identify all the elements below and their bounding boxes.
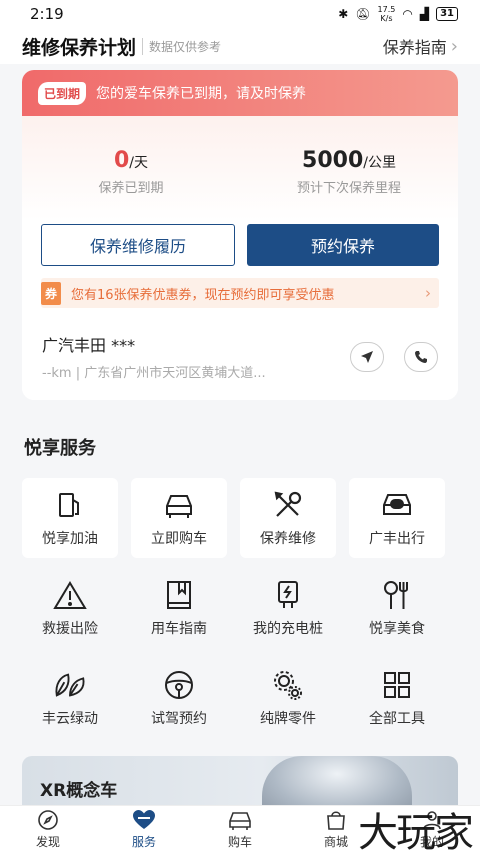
service-label: 广丰出行 <box>369 531 425 547</box>
service-buy-car[interactable]: 立即购车 <box>131 478 227 558</box>
service-rescue[interactable]: 救援出险 <box>22 568 118 648</box>
heart-icon <box>133 810 155 829</box>
dealer-info[interactable]: 广汽丰田 *** --km | 广东省广州市天河区黄埔大道... <box>42 332 330 381</box>
dealer-address: --km | 广东省广州市天河区黄埔大道... <box>42 366 266 381</box>
maintenance-guide-link[interactable]: 保养指南 › <box>383 34 458 58</box>
battery-icon: 31 <box>436 7 458 21</box>
service-label: 丰云绿动 <box>42 711 98 727</box>
mileage-unit: /公里 <box>363 155 396 171</box>
service-all-tools[interactable]: 全部工具 <box>349 658 445 738</box>
service-label: 全部工具 <box>369 711 425 727</box>
service-charger[interactable]: 我的充电桩 <box>240 568 336 648</box>
call-button[interactable] <box>404 341 438 372</box>
phone-icon <box>415 350 427 363</box>
tab-buy-car[interactable]: 购车 <box>192 806 288 853</box>
tab-label: 服务 <box>131 835 156 849</box>
shop-icon <box>327 811 345 830</box>
service-label: 悦享美食 <box>369 621 425 637</box>
alert-message: 您的爱车保养已到期，请及时保养 <box>96 86 307 102</box>
leaf-icon <box>53 668 87 702</box>
charger-icon <box>271 578 305 612</box>
mute-icon: 🔕︎ <box>355 7 371 21</box>
service-label: 纯牌零件 <box>260 711 316 727</box>
status-bar: 2:19 ✱ 🔕︎ 17.5 K/s ◠ ▟ 31 <box>0 0 480 28</box>
steering-wheel-icon <box>162 668 196 702</box>
wifi-icon: ◠ <box>402 7 413 21</box>
page-title: 维修保养计划 <box>22 36 137 59</box>
coupon-tag: 券 <box>41 281 62 305</box>
tools-icon <box>271 488 305 522</box>
coupon-banner[interactable]: 券 您有16张保养优惠券，现在预约即可享受优惠 › <box>41 278 439 308</box>
warning-icon <box>53 578 87 612</box>
car-front-icon <box>162 488 196 522</box>
watermark-logo: 大玩家 <box>358 810 474 853</box>
service-green[interactable]: 丰云绿动 <box>22 658 118 738</box>
book-maintenance-button[interactable]: 预约保养 <box>247 224 439 266</box>
expired-badge: 已到期 <box>38 81 87 105</box>
navigation-arrow-icon <box>361 350 373 363</box>
fuel-pump-icon <box>53 488 87 522</box>
tab-label: 购车 <box>227 835 252 849</box>
service-label: 我的充电桩 <box>253 621 323 637</box>
mileage-stat: 5000/公里 预计下次保养里程 <box>240 116 458 220</box>
service-label: 悦享加油 <box>42 531 98 547</box>
maintenance-history-button[interactable]: 保养维修履历 <box>41 224 235 266</box>
services-section-title: 悦享服务 <box>24 438 96 459</box>
service-mobility[interactable]: 广丰出行 <box>349 478 445 558</box>
compass-icon <box>38 810 58 830</box>
book-icon <box>162 578 196 612</box>
service-label: 保养维修 <box>260 531 316 547</box>
service-label: 救援出险 <box>42 621 98 637</box>
maintenance-stats: 0/天 保养已到期 5000/公里 预计下次保养里程 <box>22 116 458 220</box>
dealer-name: 广汽丰田 *** <box>42 336 136 355</box>
mileage-label: 预计下次保养里程 <box>296 181 401 196</box>
status-icons: ✱ 🔕︎ 17.5 K/s ◠ ▟ 31 <box>338 5 458 23</box>
card-buttons: 保养维修履历 预约保养 <box>22 224 458 266</box>
grid-icon <box>380 668 414 702</box>
card-body: 0/天 保养已到期 5000/公里 预计下次保养里程 保养维修履历 预约保养 券… <box>22 116 458 400</box>
service-parts[interactable]: 纯牌零件 <box>240 658 336 738</box>
days-unit: /天 <box>129 155 149 171</box>
signal-icon: ▟ <box>419 7 430 21</box>
tab-label: 发现 <box>35 835 60 849</box>
service-maintenance[interactable]: 保养维修 <box>240 478 336 558</box>
service-label: 用车指南 <box>151 621 207 637</box>
service-label: 试驾预约 <box>151 711 207 727</box>
services-grid: 悦享加油 立即购车 保养维修 广丰出行 救援出险 用车指南 我的充电桩 悦享美食… <box>22 478 458 738</box>
net-speed: 17.5 K/s <box>377 5 396 23</box>
status-time: 2:19 <box>30 5 64 23</box>
maintenance-card: 已到期 您的爱车保养已到期，请及时保养 0/天 保养已到期 5000/公里 预计… <box>22 70 458 400</box>
chevron-right-icon: › <box>450 35 458 57</box>
dealer-row: 广汽丰田 *** --km | 广东省广州市天河区黄埔大道... <box>22 332 458 381</box>
mileage-value: 5000 <box>302 148 364 173</box>
cutlery-icon <box>380 578 414 612</box>
car-icon <box>229 812 251 830</box>
page-header: 维修保养计划 数据仅供参考 保养指南 › <box>0 28 480 64</box>
service-test-drive[interactable]: 试驾预约 <box>131 658 227 738</box>
days-stat: 0/天 保养已到期 <box>22 116 240 220</box>
car-share-icon <box>380 488 414 522</box>
bluetooth-icon: ✱ <box>338 7 349 21</box>
tab-discover[interactable]: 发现 <box>0 806 96 853</box>
service-guide[interactable]: 用车指南 <box>131 568 227 648</box>
days-label: 保养已到期 <box>98 181 164 196</box>
gears-icon <box>271 668 305 702</box>
service-label: 立即购车 <box>151 531 207 547</box>
days-value: 0 <box>113 148 130 173</box>
tab-service[interactable]: 服务 <box>96 806 192 853</box>
page-subtitle: 数据仅供参考 <box>142 37 221 55</box>
service-fuel[interactable]: 悦享加油 <box>22 478 118 558</box>
promo-title: XR概念车 <box>40 781 118 801</box>
expired-alert: 已到期 您的爱车保养已到期，请及时保养 <box>22 70 458 116</box>
coupon-text: 您有16张保养优惠券，现在预约即可享受优惠 <box>71 287 335 303</box>
service-food[interactable]: 悦享美食 <box>349 568 445 648</box>
tab-label: 商城 <box>323 835 348 849</box>
chevron-right-icon: › <box>425 284 431 302</box>
navigate-button[interactable] <box>350 341 384 372</box>
guide-label: 保养指南 <box>382 38 447 57</box>
